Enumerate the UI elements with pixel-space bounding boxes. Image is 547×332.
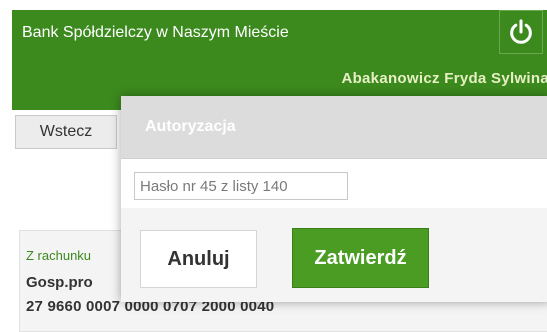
bank-name: Bank Spółdzielczy w Naszym Mieście <box>22 24 289 41</box>
from-account-label: Z rachunku <box>26 248 92 263</box>
dialog-header: Autoryzacja <box>121 96 547 159</box>
power-icon <box>510 19 532 44</box>
confirm-button[interactable]: Zatwierdź <box>292 228 429 288</box>
password-input[interactable] <box>134 172 348 200</box>
cancel-button[interactable]: Anuluj <box>140 230 257 288</box>
user-name: Abakanowicz Fryda Sylwina <box>341 70 547 87</box>
authorization-dialog: Autoryzacja Anuluj Zatwierdź <box>121 96 547 302</box>
back-button[interactable]: Wstecz <box>15 115 117 149</box>
logout-button[interactable] <box>499 10 543 54</box>
top-strip <box>0 0 547 10</box>
dialog-footer: Anuluj Zatwierdź <box>121 208 547 302</box>
dialog-title: Autoryzacja <box>145 118 236 135</box>
account-name: Gosp.pro <box>26 274 93 291</box>
